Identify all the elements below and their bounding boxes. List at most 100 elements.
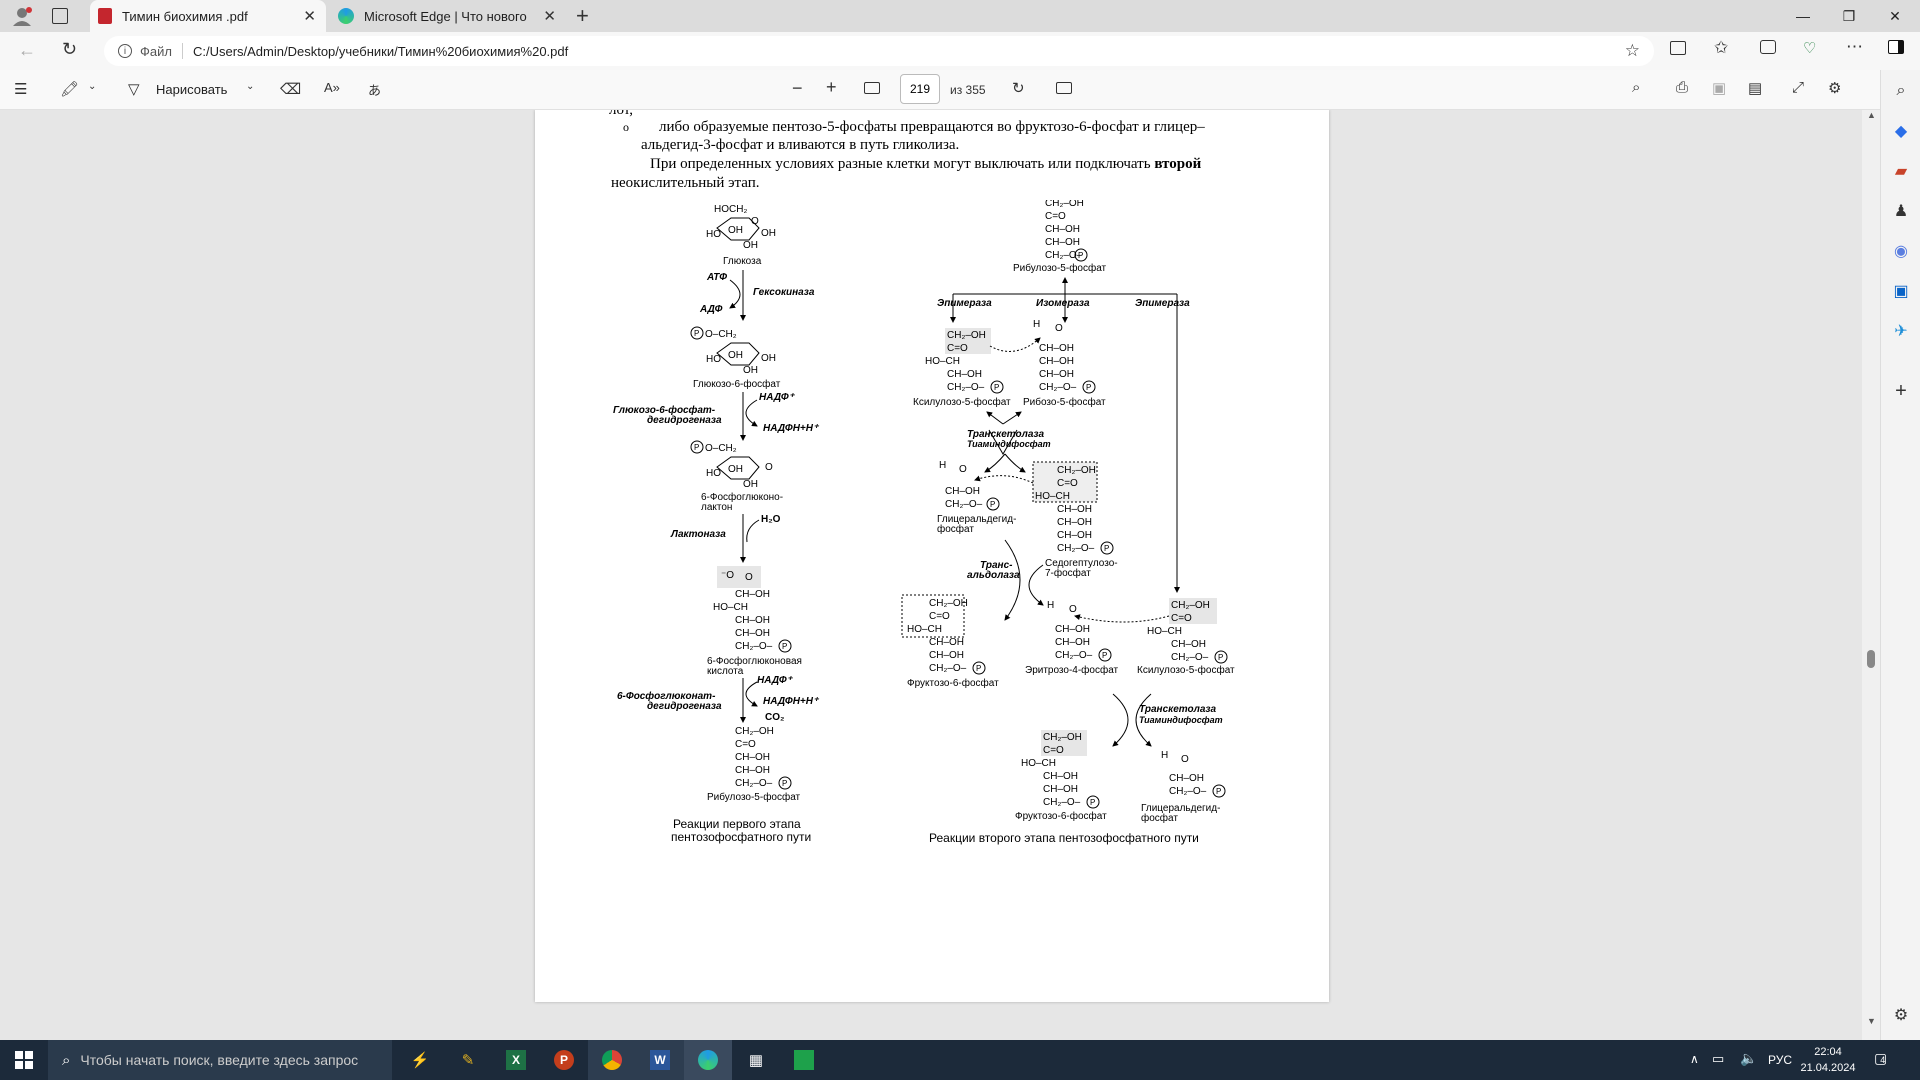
favorites-icon[interactable]: ✩ bbox=[1714, 38, 1728, 58]
star-icon[interactable]: ☆ bbox=[1625, 41, 1640, 61]
close-icon[interactable]: ✕ bbox=[543, 7, 556, 25]
draw-button[interactable]: Нарисовать bbox=[156, 82, 227, 97]
scrollbar[interactable]: ▲ ▼ bbox=[1862, 110, 1880, 1040]
taskbar-search[interactable]: ⌕ Чтобы начать поиск, введите здесь запр… bbox=[48, 1040, 392, 1080]
fit-page-icon[interactable] bbox=[864, 82, 880, 94]
chain-line: CH–OH bbox=[735, 589, 770, 600]
tab-actions-icon[interactable] bbox=[52, 8, 68, 24]
microsoft365-icon[interactable]: ◉ bbox=[1881, 236, 1920, 266]
page-view-icon[interactable] bbox=[1056, 82, 1072, 94]
g6pdh-label-2: дегидрогеназа bbox=[647, 415, 722, 426]
new-tab-button[interactable]: + bbox=[576, 3, 589, 29]
carboxyl-o: ⁻O bbox=[721, 570, 734, 581]
windows-start-icon[interactable] bbox=[0, 1040, 48, 1080]
address-field[interactable]: i Файл C:/Users/Admin/Desktop/учебники/Т… bbox=[104, 36, 1654, 66]
word-icon[interactable]: W bbox=[636, 1040, 684, 1080]
browser-essentials-icon[interactable]: ♡ bbox=[1803, 39, 1816, 57]
games-icon[interactable]: ♟ bbox=[1881, 196, 1920, 226]
settings-icon[interactable]: ⚙ bbox=[1828, 79, 1841, 97]
zoom-in-icon[interactable]: + bbox=[826, 77, 837, 98]
clock-time: 22:04 bbox=[1814, 1046, 1842, 1058]
tools-icon[interactable]: ▰ bbox=[1881, 156, 1920, 186]
chain-line: CH₂–O– bbox=[735, 778, 773, 789]
reaction-arc bbox=[984, 453, 1006, 473]
app-icon-green[interactable] bbox=[780, 1040, 828, 1080]
dotted-transfer bbox=[974, 475, 1034, 484]
aldehyde-o: O bbox=[959, 464, 967, 475]
restore-button[interactable]: ❐ bbox=[1826, 0, 1872, 32]
clock[interactable]: 22:04 21.04.2024 bbox=[1800, 1044, 1856, 1076]
page-number-input[interactable]: 219 bbox=[900, 74, 940, 104]
zoom-out-icon[interactable]: − bbox=[792, 78, 803, 99]
collections-icon[interactable] bbox=[1760, 40, 1776, 54]
drop-icon[interactable]: ✈ bbox=[1881, 316, 1920, 346]
excel-icon[interactable]: X bbox=[492, 1040, 540, 1080]
chain-line: HO–CH bbox=[713, 602, 748, 613]
scroll-thumb[interactable] bbox=[1867, 650, 1875, 668]
edge-sidebar: ⌕ ◆ ▰ ♟ ◉ ▣ ✈ + ⚙ bbox=[1880, 70, 1920, 1040]
more-icon[interactable]: ⋯ bbox=[1846, 37, 1863, 57]
chain-line: CH–OH bbox=[929, 637, 964, 648]
phosphate-p: P bbox=[990, 500, 995, 509]
s7p-label-2: 7-фосфат bbox=[1045, 567, 1091, 579]
split-screen-icon[interactable] bbox=[1670, 41, 1686, 55]
fullscreen-icon[interactable]: ⤢ bbox=[1792, 79, 1804, 96]
app-icon-tools[interactable]: ✎ bbox=[444, 1040, 492, 1080]
notifications-icon[interactable]: ▢4 bbox=[1874, 1050, 1887, 1067]
scroll-down-icon[interactable]: ▼ bbox=[1867, 1016, 1876, 1026]
outlook-icon[interactable]: ▣ bbox=[1881, 276, 1920, 306]
phosphate-p: P bbox=[1104, 544, 1109, 553]
close-window-button[interactable]: ✕ bbox=[1872, 0, 1918, 32]
search-icon[interactable]: ⌕ bbox=[1881, 76, 1920, 106]
add-icon[interactable]: + bbox=[1881, 376, 1920, 406]
save-as-icon[interactable]: ▤ bbox=[1748, 79, 1762, 97]
address-prefix: Файл bbox=[140, 43, 172, 59]
powerpoint-icon[interactable]: P bbox=[540, 1040, 588, 1080]
network-icon[interactable]: ▭ bbox=[1712, 1051, 1724, 1067]
language-indicator[interactable]: РУС bbox=[1768, 1053, 1792, 1067]
volume-icon[interactable]: 🔈 bbox=[1740, 1050, 1757, 1067]
reaction-arc bbox=[1028, 564, 1044, 606]
translate-icon[interactable]: あ bbox=[368, 80, 381, 99]
calendar-app-icon[interactable]: ▦ bbox=[732, 1040, 780, 1080]
back-icon[interactable]: ← bbox=[18, 40, 36, 61]
tray-chevron-icon[interactable]: ∧ bbox=[1690, 1052, 1699, 1066]
refresh-icon[interactable]: ↻ bbox=[62, 39, 77, 60]
tab-edge-whatsnew[interactable]: Microsoft Edge | Что нового ✕ bbox=[330, 0, 566, 32]
chevron-down-icon[interactable]: ⌄ bbox=[246, 81, 254, 92]
lactone-group: O–CH₂ bbox=[705, 443, 737, 454]
print-icon[interactable]: ⎙ bbox=[1676, 79, 1688, 96]
save-icon[interactable]: ▣ bbox=[1712, 79, 1726, 97]
phosphate-p: P bbox=[782, 642, 787, 651]
aldehyde-o: O bbox=[1069, 604, 1077, 615]
contents-icon[interactable]: ☰ bbox=[14, 80, 27, 98]
sidebar-toggle-icon[interactable] bbox=[1888, 40, 1904, 54]
highlight-icon[interactable]: 🖍 bbox=[60, 80, 79, 98]
read-aloud-icon[interactable]: A» bbox=[324, 80, 340, 95]
nadph-label: НАДФН+Н⁺ bbox=[763, 696, 820, 707]
draw-icon[interactable]: ▽ bbox=[128, 80, 140, 98]
lactone-label-2: лактон bbox=[701, 502, 732, 513]
g6p-label: Глюкозо-6-фосфат bbox=[693, 378, 781, 390]
chrome-icon[interactable] bbox=[588, 1040, 636, 1080]
minimize-button[interactable]: — bbox=[1780, 0, 1826, 32]
chain-line: CH–OH bbox=[929, 650, 964, 661]
notification-count: 4 bbox=[1880, 1055, 1886, 1065]
chain-line: CH–OH bbox=[1055, 637, 1090, 648]
tab-pdf[interactable]: Тимин биохимия .pdf ✕ bbox=[90, 0, 326, 32]
ring-oh: OH bbox=[728, 225, 743, 236]
settings-icon[interactable]: ⚙ bbox=[1881, 1000, 1920, 1030]
close-icon[interactable]: ✕ bbox=[303, 7, 316, 25]
chevron-down-icon[interactable]: ⌄ bbox=[88, 81, 96, 92]
isomerase-label: Изомераза bbox=[1036, 298, 1090, 309]
scroll-up-icon[interactable]: ▲ bbox=[1867, 110, 1876, 120]
address-url: C:/Users/Admin/Desktop/учебники/Тимин%20… bbox=[192, 43, 569, 59]
profile-icon[interactable] bbox=[10, 4, 34, 28]
search-icon[interactable]: ⌕ bbox=[1632, 79, 1640, 96]
edge-icon[interactable] bbox=[684, 1040, 732, 1080]
shopping-icon[interactable]: ◆ bbox=[1881, 116, 1920, 146]
app-icon-flash[interactable]: ⚡ bbox=[396, 1040, 444, 1080]
ring-oh: OH bbox=[761, 228, 776, 239]
rotate-icon[interactable]: ↻ bbox=[1012, 79, 1025, 97]
eraser-icon[interactable]: ⌫ bbox=[280, 80, 301, 98]
